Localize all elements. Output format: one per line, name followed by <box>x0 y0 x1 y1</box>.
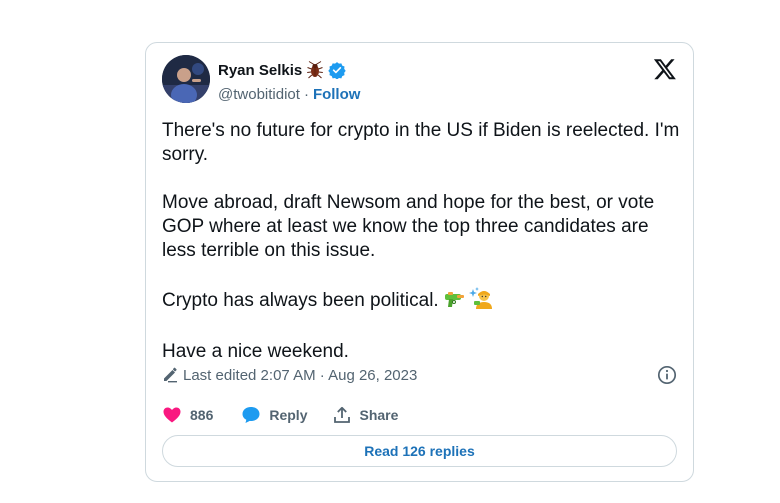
tweet-paragraph: Have a nice weekend. <box>162 341 349 362</box>
like-button[interactable]: 886 <box>162 405 213 425</box>
author-handle[interactable]: @twobitidiot <box>218 86 300 103</box>
x-logo-icon[interactable] <box>653 57 677 81</box>
info-icon[interactable] <box>657 365 677 385</box>
edit-meta: Last edited 2:07 AM · Aug 26, 2023 <box>162 365 677 385</box>
share-icon <box>334 406 351 423</box>
tweet-card: Ryan Selkis @twobitidiot · Follow There'… <box>145 42 694 482</box>
author-name[interactable]: Ryan Selkis <box>218 62 302 79</box>
tweet-paragraph-with-emoji: Crypto has always been political. <box>162 287 682 316</box>
reply-label: Reply <box>269 407 308 423</box>
share-label: Share <box>359 407 399 423</box>
person-with-sparkles-icon <box>468 287 493 316</box>
avatar[interactable] <box>162 55 210 103</box>
tweet-body: There's no future for crypto in the US i… <box>162 119 682 364</box>
tweet-header: Ryan Selkis @twobitidiot · Follow <box>162 55 677 105</box>
action-bar: 886 Reply Share <box>162 405 398 425</box>
read-replies-button[interactable]: Read 126 replies <box>162 435 677 467</box>
share-button[interactable]: Share <box>333 406 398 424</box>
last-edited-text[interactable]: Last edited 2:07 AM · Aug 26, 2023 <box>183 367 417 384</box>
like-count: 886 <box>190 407 214 423</box>
verified-badge-icon[interactable] <box>328 61 346 79</box>
reply-button[interactable]: Reply <box>241 405 307 425</box>
speech-bubble-icon <box>242 407 260 423</box>
heart-icon <box>163 407 181 423</box>
water-pistol-icon <box>443 289 465 316</box>
cockroach-emoji-icon <box>306 61 324 79</box>
tweet-paragraph: Move abroad, draft Newsom and hope for t… <box>162 192 655 261</box>
tweet-paragraph: Crypto has always been political. <box>162 290 439 311</box>
tweet-paragraph: There's no future for crypto in the US i… <box>162 120 680 165</box>
handle-separator: · <box>303 85 309 103</box>
pencil-icon <box>162 367 178 383</box>
follow-button[interactable]: Follow <box>313 86 361 103</box>
author-block: Ryan Selkis @twobitidiot · Follow <box>218 60 360 104</box>
